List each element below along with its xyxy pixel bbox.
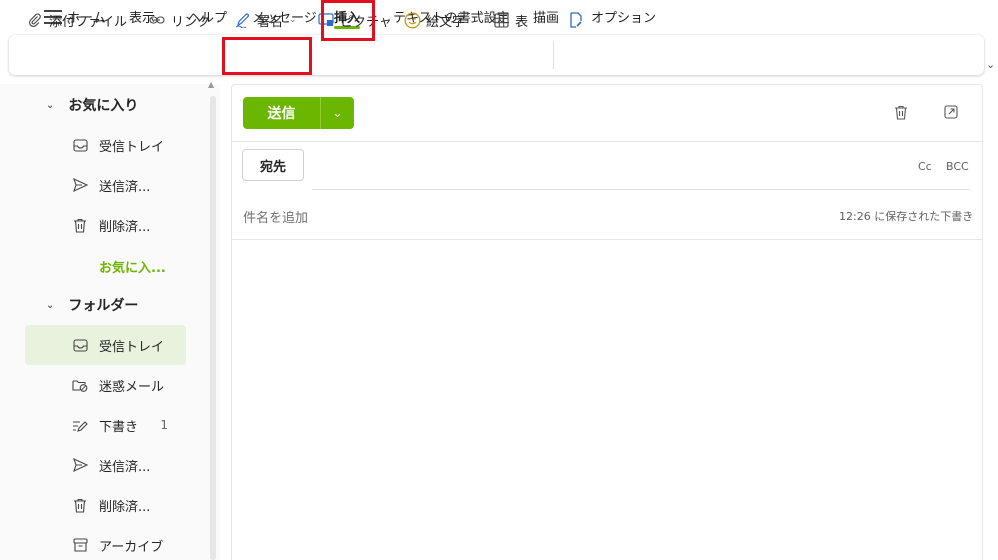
pop-out-icon[interactable] [943, 104, 959, 120]
archive-icon [71, 536, 89, 554]
signature-pen-icon [234, 11, 252, 29]
send-button-group: 送信 ⌄ [243, 97, 354, 129]
folder-item-archive[interactable]: アーカイブ [25, 525, 186, 560]
to-field-underline [312, 189, 970, 190]
signature-highlight [222, 37, 312, 75]
editor-button[interactable] [567, 10, 590, 30]
send-button[interactable]: 送信 [243, 97, 321, 129]
send-icon [71, 176, 89, 194]
favorites-header-label: お気に入り [68, 98, 139, 114]
favorite-item-label: お気に入... [99, 260, 166, 276]
tab-options[interactable]: オプション [591, 7, 656, 26]
trash-icon [71, 496, 89, 514]
favorite-item-label: 受信トレイ [99, 139, 165, 155]
chevron-down-icon: ⌄ [46, 299, 55, 311]
inbox-icon [71, 336, 89, 354]
paperclip-icon [26, 11, 44, 29]
favorite-item-label: 削除済... [99, 219, 151, 235]
chevron-down-icon: ⌄ [46, 99, 55, 111]
folder-item-drafts[interactable]: 下書き 1 [25, 405, 186, 445]
table-button[interactable]: 表 ⌄ [492, 10, 542, 30]
chevron-down-icon: ⌄ [534, 15, 542, 25]
ribbon-expand-icon[interactable]: ⌄ [986, 58, 995, 71]
scroll-up-icon[interactable]: ▲ [208, 80, 214, 89]
folder-item-label: アーカイブ [99, 539, 164, 555]
folder-item-label: 送信済... [99, 459, 151, 475]
signature-button[interactable]: 署名 ⌄ [234, 10, 297, 30]
folders-header-label: フォルダー [68, 298, 139, 314]
table-label: 表 [515, 14, 529, 30]
signature-label: 署名 [257, 14, 284, 30]
folder-item-sent[interactable]: 送信済... [25, 445, 186, 485]
favorite-item-sent[interactable]: 送信済... [25, 165, 186, 205]
message-body-editor[interactable] [232, 241, 982, 560]
emoji-icon [403, 11, 421, 29]
emoji-label: 絵文字 [426, 14, 466, 30]
discard-trash-icon[interactable] [893, 104, 909, 120]
folder-item-label: 受信トレイ [99, 339, 165, 355]
junk-icon [71, 376, 89, 394]
chevron-down-icon: ⌄ [216, 15, 224, 25]
chevron-down-icon: ⌄ [133, 15, 141, 25]
subject-divider [232, 239, 982, 240]
folder-item-label: 下書き [99, 419, 139, 435]
insert-tab-highlight [321, 0, 375, 41]
folder-pane-scrollbar[interactable] [210, 96, 216, 560]
favorite-item-favorites[interactable]: お気に入... [25, 246, 186, 286]
trash-icon [71, 216, 89, 234]
to-button[interactable]: 宛先 [242, 149, 304, 181]
favorite-item-label: 送信済... [99, 179, 151, 195]
draft-saved-status: 12:26 に保存された下書き [839, 210, 974, 223]
link-label: リンク [171, 14, 211, 30]
folders-section-header[interactable]: ⌄ フォルダー [46, 295, 138, 315]
folder-item-label: 迷惑メール [99, 379, 165, 395]
ribbon-toolbar [9, 35, 984, 75]
favorites-section-header[interactable]: ⌄ お気に入り [46, 95, 138, 115]
attach-file-label: 添付ファイル [49, 14, 128, 30]
folder-item-deleted[interactable]: 削除済... [25, 485, 186, 525]
emoji-button[interactable]: 絵文字 [403, 10, 465, 30]
attach-file-button[interactable]: 添付ファイル ⌄ [26, 10, 141, 30]
compose-divider [232, 141, 982, 142]
ribbon-divider [553, 41, 554, 69]
table-icon [492, 11, 510, 29]
send-options-chevron-icon[interactable]: ⌄ [321, 97, 354, 129]
draft-count-badge: 1 [160, 418, 168, 432]
document-edit-icon [567, 11, 585, 29]
send-icon [71, 456, 89, 474]
draft-icon [71, 416, 89, 434]
chevron-down-icon: ⌄ [289, 15, 297, 25]
favorite-item-inbox[interactable]: 受信トレイ [25, 125, 186, 165]
inbox-icon [71, 136, 89, 154]
folder-item-junk[interactable]: 迷惑メール [25, 365, 186, 405]
bcc-button[interactable]: BCC [946, 160, 969, 173]
link-icon [148, 11, 166, 29]
folder-item-inbox[interactable]: 受信トレイ [25, 325, 186, 365]
folder-item-label: 削除済... [99, 499, 151, 515]
subject-input[interactable]: 件名を追加 [243, 207, 308, 226]
cc-button[interactable]: Cc [918, 160, 932, 173]
favorite-item-deleted[interactable]: 削除済... [25, 205, 186, 245]
link-button[interactable]: リンク ⌄ [148, 10, 224, 30]
